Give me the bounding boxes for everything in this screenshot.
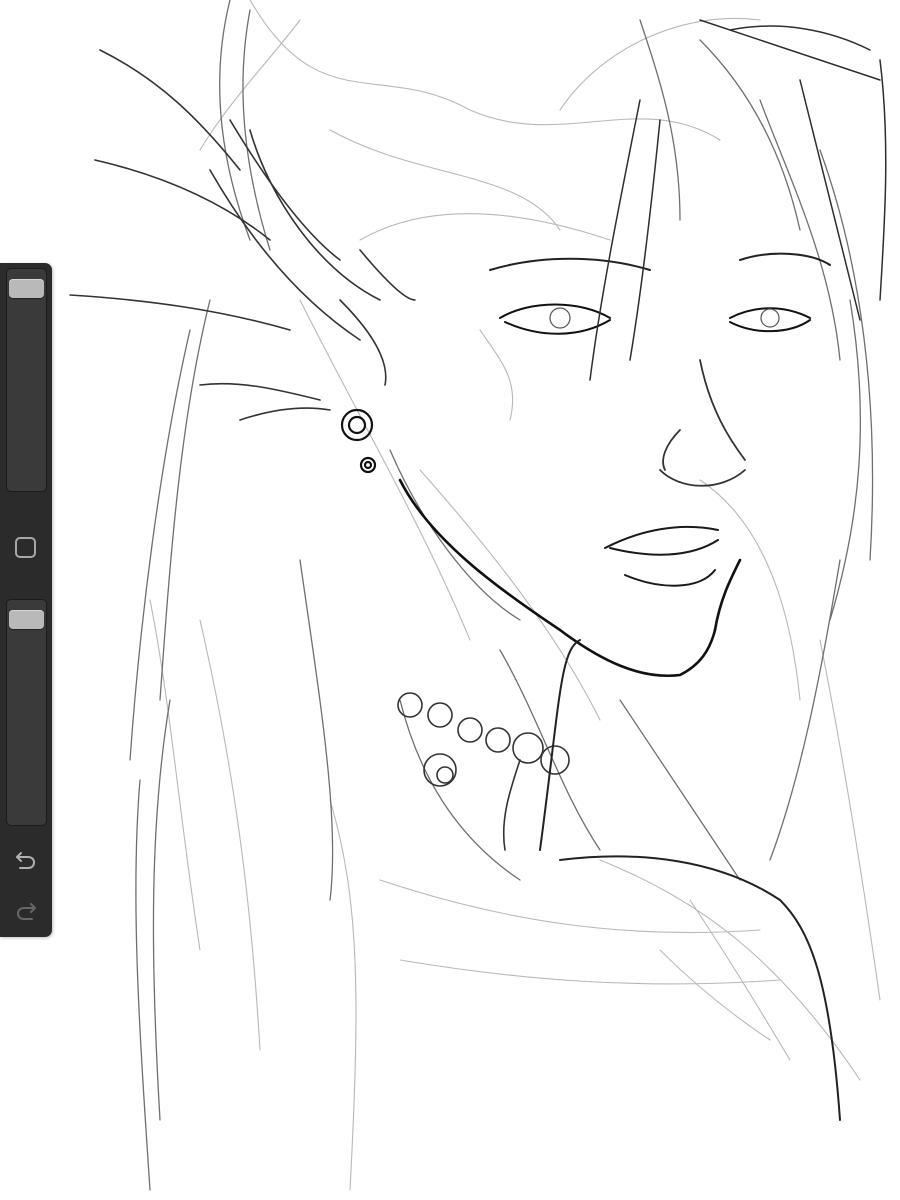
redo-icon	[16, 903, 36, 920]
brush-size-thumb[interactable]	[9, 278, 44, 298]
brush-opacity-thumb[interactable]	[9, 609, 44, 629]
drawing-canvas[interactable]	[0, 0, 900, 1200]
sketch-artwork	[69, 0, 887, 1191]
brush-size-slider[interactable]	[6, 268, 47, 492]
tool-sidebar	[0, 263, 52, 937]
undo-icon	[16, 852, 36, 869]
redo-button[interactable]	[12, 896, 40, 924]
undo-button[interactable]	[12, 845, 40, 873]
brush-opacity-slider[interactable]	[6, 599, 47, 826]
modify-button[interactable]	[15, 537, 36, 558]
